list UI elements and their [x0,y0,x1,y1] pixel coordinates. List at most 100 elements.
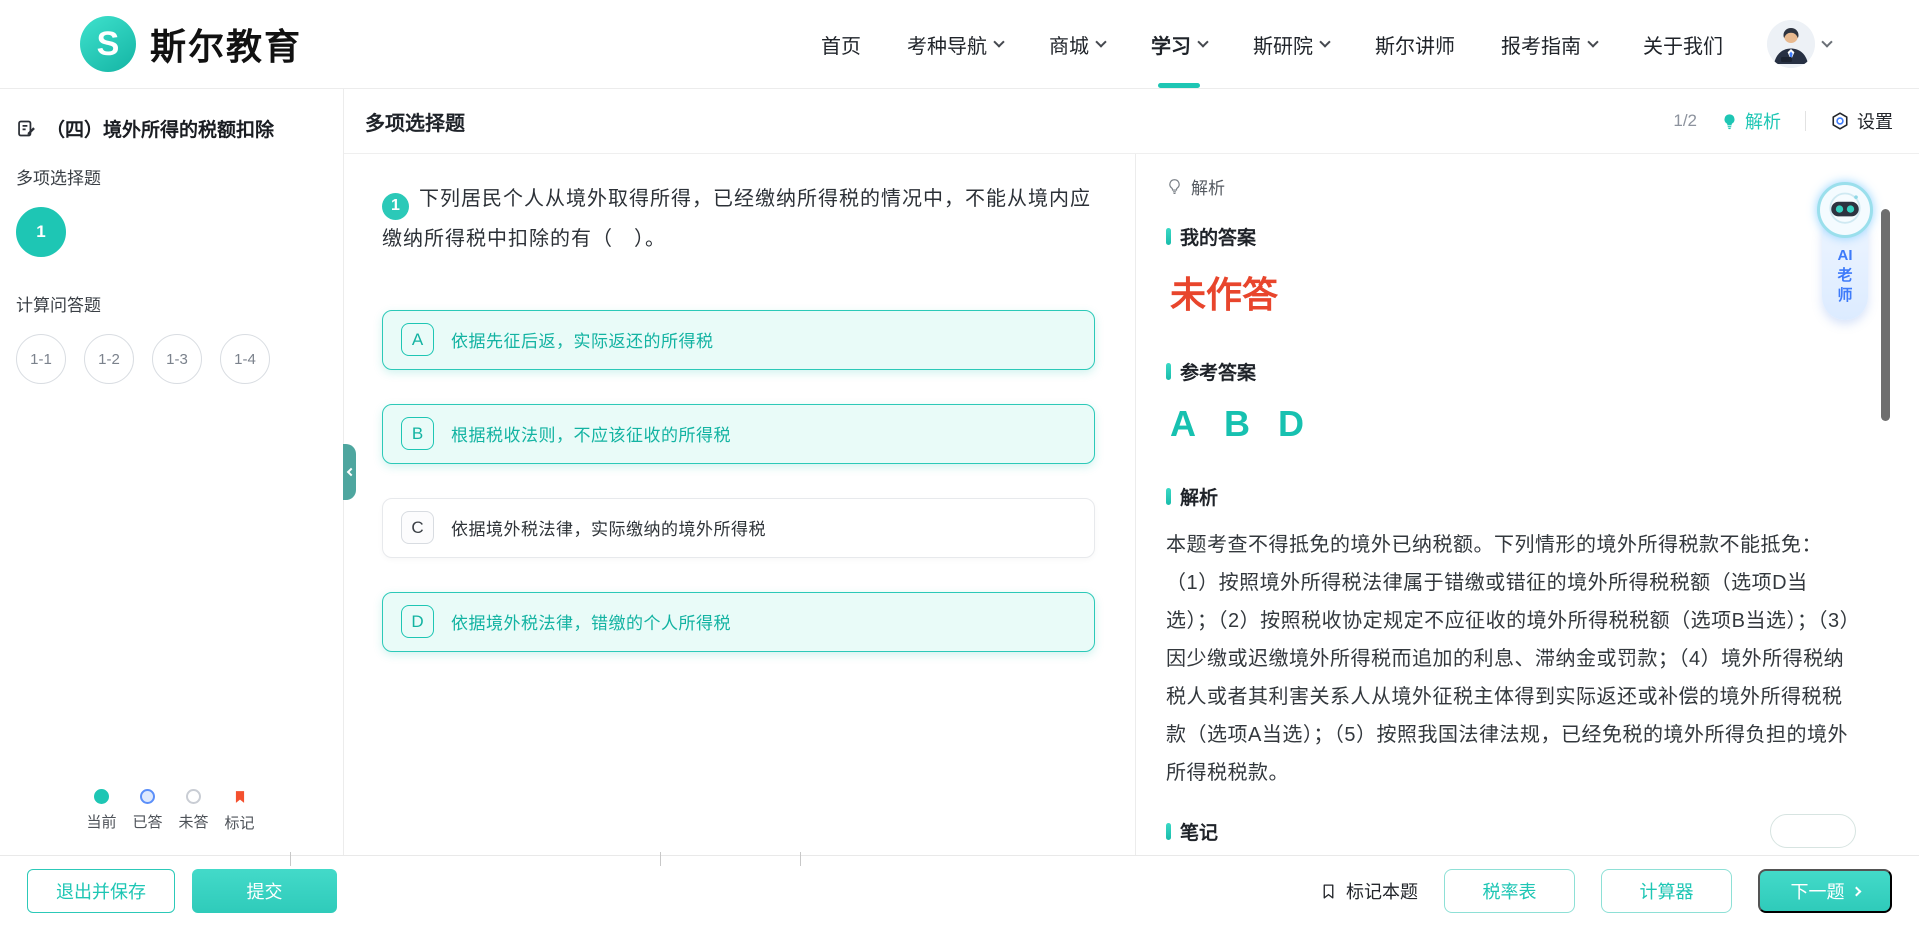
settings-button[interactable]: 设置 [1830,108,1893,134]
analysis-section-title: 解析 [1166,483,1891,510]
group-label-calculation: 计算问答题 [16,291,325,316]
chevron-down-icon [1095,36,1106,47]
nav-item-home[interactable]: 首页 [821,0,861,88]
legend-answered: 已答 [132,789,162,833]
option-b-text: 根据税收法则，不应该征收的所得税 [451,421,731,446]
settings-hexagon-icon [1830,111,1850,131]
next-question-button[interactable]: 下一题 [1758,869,1892,913]
mark-question-button[interactable]: 标记本题 [1320,878,1418,904]
nav-item-store[interactable]: 商城 [1049,0,1105,88]
question-circle-1-3[interactable]: 1-3 [152,334,202,384]
question-circle-1-2[interactable]: 1-2 [84,334,134,384]
question-header-strip: 多项选择题 1/2 解析 [344,89,1919,154]
brand-name: 斯尔教育 [150,18,302,70]
tax-rate-table-button[interactable]: 税率表 [1444,869,1575,913]
nav-item-about-us[interactable]: 关于我们 [1643,0,1723,88]
settings-label: 设置 [1857,108,1893,134]
group-label-multiple-choice: 多项选择题 [16,164,325,189]
question-circle-group: 1 [16,207,325,257]
document-edit-icon [16,118,37,139]
ai-label-line: AI [1838,246,1853,266]
legend-label: 当前 [86,811,116,832]
question-stem: 1下列居民个人从境外取得所得，已经缴纳所得税的情况中，不能从境内应缴纳所得税中扣… [382,180,1095,258]
chevron-down-icon [1319,36,1330,47]
lightbulb-icon [1721,113,1738,130]
ai-teacher-button[interactable]: AI 老 师 [1817,182,1873,320]
chevron-down-icon [1197,36,1208,47]
option-c-text: 依据境外税法律，实际缴纳的境外所得税 [451,515,766,540]
notes-section-title: 笔记 [1166,818,1218,845]
nav-item-label: 首页 [821,30,861,59]
analysis-text: 本题考查不得抵免的境外已纳税额。下列情形的境外所得税款不能抵免： （1）按照境外… [1166,526,1856,792]
status-legend: 当前 已答 未答 标记 [86,789,254,841]
submit-button[interactable]: 提交 [192,869,337,913]
my-answer-section-title: 我的答案 [1166,223,1891,250]
analysis-paragraph: （1）按照境外所得税法律属于错缴或错征的境外所得税税额（选项D当选）；（2）按照… [1166,564,1856,792]
calculator-button[interactable]: 计算器 [1601,869,1732,913]
chapter-title: （四）境外所得的税额扣除 [46,115,274,142]
question-stem-text: 下列居民个人从境外取得所得，已经缴纳所得税的情况中，不能从境内应缴纳所得税中扣除… [382,188,1091,250]
legend-label: 未答 [179,811,209,832]
option-d-text: 依据境外税法律，错缴的个人所得税 [451,609,731,634]
chevron-right-icon [1851,886,1861,896]
chapter-title-row: （四）境外所得的税额扣除 [16,115,325,142]
reference-answer-section-title: 参考答案 [1166,358,1891,385]
next-question-label: 下一题 [1791,878,1845,904]
option-a-key: A [401,323,434,356]
nav-item-lecturers[interactable]: 斯尔讲师 [1375,0,1455,88]
nav-item-label: 关于我们 [1643,30,1723,59]
divider-tick [660,852,661,866]
reference-answer: B [1224,403,1250,445]
option-d-key: D [401,605,434,638]
option-c[interactable]: C 依据境外税法律，实际缴纳的境外所得税 [382,498,1095,558]
divider-tick [290,852,291,866]
ai-label-line: 师 [1837,286,1852,306]
question-circle-1-1[interactable]: 1-1 [16,334,66,384]
chevron-down-icon [993,36,1004,47]
legend-label: 标记 [225,812,255,833]
exam-practice-app: S 斯尔教育 首页 考种导航 商城 学习 斯研院 斯尔讲师 报考指南 关于我们 [0,0,1919,926]
option-d[interactable]: D 依据境外税法律，错缴的个人所得税 [382,592,1095,652]
top-navbar: S 斯尔教育 首页 考种导航 商城 学习 斯研院 斯尔讲师 报考指南 关于我们 [0,0,1919,88]
option-b[interactable]: B 根据税收法则，不应该征收的所得税 [382,404,1095,464]
vertical-divider [1805,111,1806,131]
analysis-paragraph: 本题考查不得抵免的境外已纳税额。下列情形的境外所得税款不能抵免： [1166,526,1856,564]
question-circle-group: 1-1 1-2 1-3 1-4 [16,334,325,384]
nav-item-label: 报考指南 [1501,30,1581,59]
nav-item-research[interactable]: 斯研院 [1253,0,1329,88]
exit-and-save-button[interactable]: 退出并保存 [27,869,175,913]
analysis-toggle-button[interactable]: 解析 [1721,108,1781,134]
unanswered-dot-icon [186,789,201,804]
mark-question-label: 标记本题 [1346,878,1418,904]
my-answer-value: 未作答 [1170,266,1891,318]
footer-tools: 标记本题 税率表 计算器 下一题 [1320,869,1892,913]
nav-item-label: 斯尔讲师 [1375,30,1455,59]
chevron-down-icon [1821,36,1832,47]
user-menu[interactable] [1767,20,1831,68]
reference-answer: D [1278,403,1304,445]
analysis-toggle-label: 解析 [1745,108,1781,134]
question-circle-1[interactable]: 1 [16,207,66,257]
chevron-left-icon [346,468,354,476]
bookmark-icon [233,789,247,805]
notes-action-button[interactable] [1770,814,1856,848]
sidebar-collapse-handle[interactable] [343,444,356,500]
analysis-panel: 解析 我的答案 未作答 参考答案 A B D 解析 本题考查不得抵免的境外已纳税… [1136,154,1919,855]
avatar [1767,20,1815,68]
nav-item-registration-guide[interactable]: 报考指南 [1501,0,1597,88]
main-area: （四）境外所得的税额扣除 多项选择题 1 计算问答题 1-1 1-2 1-3 1… [0,88,1919,855]
option-a[interactable]: A 依据先征后返，实际返还的所得税 [382,310,1095,370]
question-circle-1-4[interactable]: 1-4 [220,334,270,384]
content-region: 多项选择题 1/2 解析 [344,89,1919,855]
option-c-key: C [401,511,434,544]
nav-item-exam-guide-nav[interactable]: 考种导航 [907,0,1003,88]
nav-item-label: 斯研院 [1253,30,1313,59]
question-type-title: 多项选择题 [365,107,465,136]
notes-section: 笔记 [1166,814,1856,848]
scrollbar-thumb[interactable] [1881,209,1890,421]
legend-label: 已答 [132,811,162,832]
analysis-header-label: 解析 [1191,174,1225,199]
nav-item-learning[interactable]: 学习 [1151,0,1207,88]
question-nav-sidebar: （四）境外所得的税额扣除 多项选择题 1 计算问答题 1-1 1-2 1-3 1… [0,89,344,855]
brand-logo[interactable]: S 斯尔教育 [80,16,302,72]
